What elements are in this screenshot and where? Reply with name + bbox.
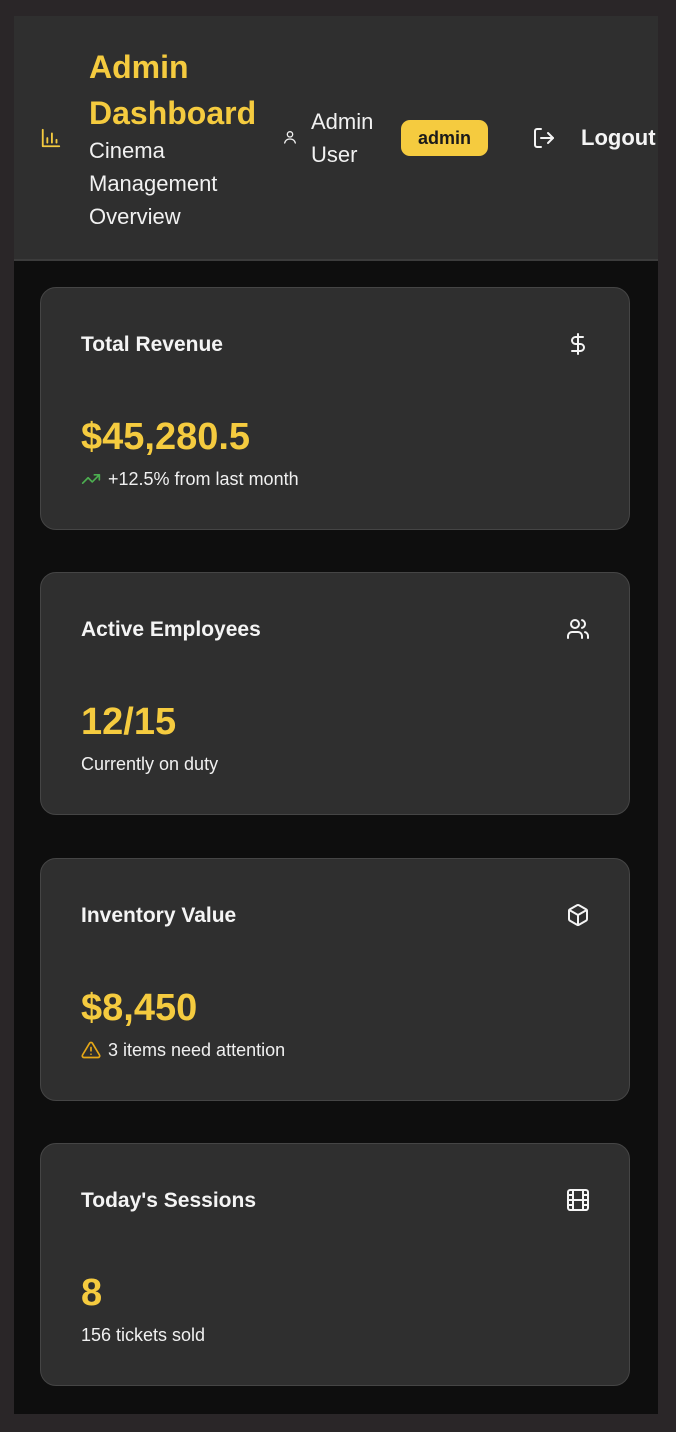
card-note-text: 156 tickets sold bbox=[81, 1325, 206, 1345]
bar-chart-icon bbox=[40, 127, 62, 149]
sessions-card: Today's Sessions 8 156 tickets sold bbox=[40, 1143, 630, 1386]
card-title: Total Revenue bbox=[81, 333, 223, 356]
logout-label: Logout bbox=[581, 125, 656, 150]
card-value: $8,450 bbox=[81, 987, 198, 1029]
warning-icon bbox=[81, 1040, 101, 1060]
card-note: 3 items need attention bbox=[81, 1039, 285, 1061]
logout-icon bbox=[532, 126, 556, 150]
employees-card: Active Employees 12/15 Currently on duty bbox=[40, 572, 630, 815]
user-name: Admin User bbox=[311, 109, 374, 167]
role-badge: admin bbox=[401, 120, 488, 156]
card-note: +12.5% from last month bbox=[81, 468, 299, 490]
card-value: 8 bbox=[81, 1272, 103, 1314]
page-subtitle: Cinema Management Overview bbox=[89, 138, 218, 229]
dollar-icon bbox=[566, 332, 590, 356]
card-title: Active Employees bbox=[81, 618, 261, 641]
card-title: Inventory Value bbox=[81, 904, 237, 927]
user-icon bbox=[282, 129, 298, 145]
card-note-text: 3 items need attention bbox=[108, 1040, 286, 1060]
inventory-card: Inventory Value $8,450 3 items need atte… bbox=[40, 858, 630, 1101]
page-title: Admin Dashboard bbox=[89, 49, 257, 131]
package-icon bbox=[566, 903, 590, 927]
card-note-text: Currently on duty bbox=[81, 754, 219, 774]
card-note: Currently on duty bbox=[81, 753, 218, 775]
trending-up-icon bbox=[81, 469, 101, 489]
card-note: 156 tickets sold bbox=[81, 1324, 205, 1346]
card-title: Today's Sessions bbox=[81, 1189, 257, 1212]
film-icon bbox=[566, 1188, 590, 1212]
admin-dashboard: Admin Dashboard Cinema Management Overvi… bbox=[14, 16, 658, 1414]
card-value: $45,280.5 bbox=[81, 416, 251, 458]
logout-button[interactable]: Logout bbox=[522, 118, 658, 158]
card-note-text: +12.5% from last month bbox=[108, 469, 299, 489]
revenue-card: Total Revenue $45,280.5 +12.5% from last… bbox=[40, 287, 630, 530]
users-icon bbox=[566, 617, 590, 641]
card-value: 12/15 bbox=[81, 701, 177, 743]
dashboard-header: Admin Dashboard Cinema Management Overvi… bbox=[14, 16, 658, 261]
